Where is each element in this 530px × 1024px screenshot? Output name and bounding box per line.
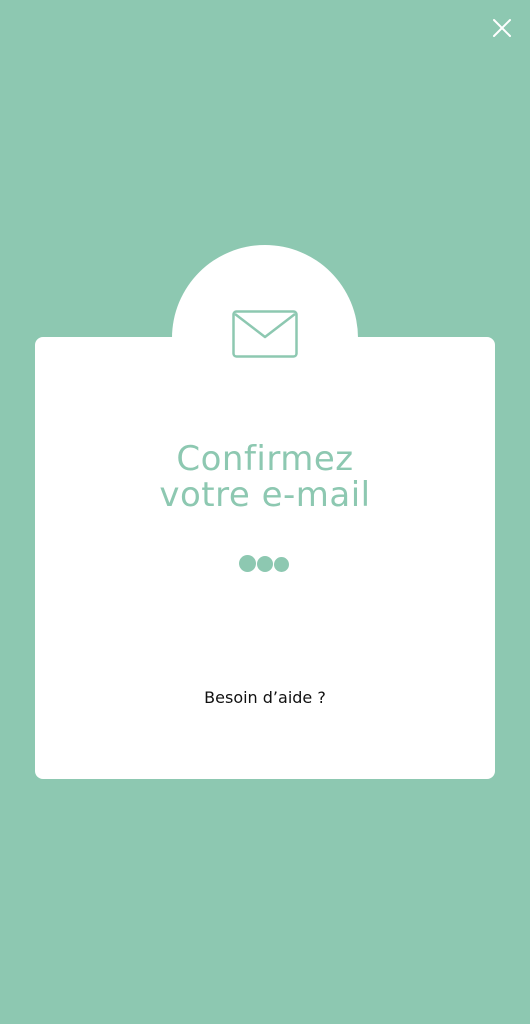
page-title: Confirmez votre e-mail xyxy=(35,441,495,513)
loading-dot xyxy=(239,555,256,572)
help-link[interactable]: Besoin d’aide ? xyxy=(35,688,495,708)
confirm-email-dialog: Confirmez votre e-mail Besoin d’aide ? xyxy=(35,245,495,779)
loading-dot xyxy=(257,556,273,572)
close-button[interactable] xyxy=(488,14,516,42)
loading-indicator xyxy=(238,554,292,574)
title-line-1: Confirmez xyxy=(176,439,354,479)
envelope-icon xyxy=(232,310,298,358)
close-icon[interactable] xyxy=(492,18,512,38)
title-line-2: votre e-mail xyxy=(159,475,371,515)
loading-dot xyxy=(274,557,289,572)
